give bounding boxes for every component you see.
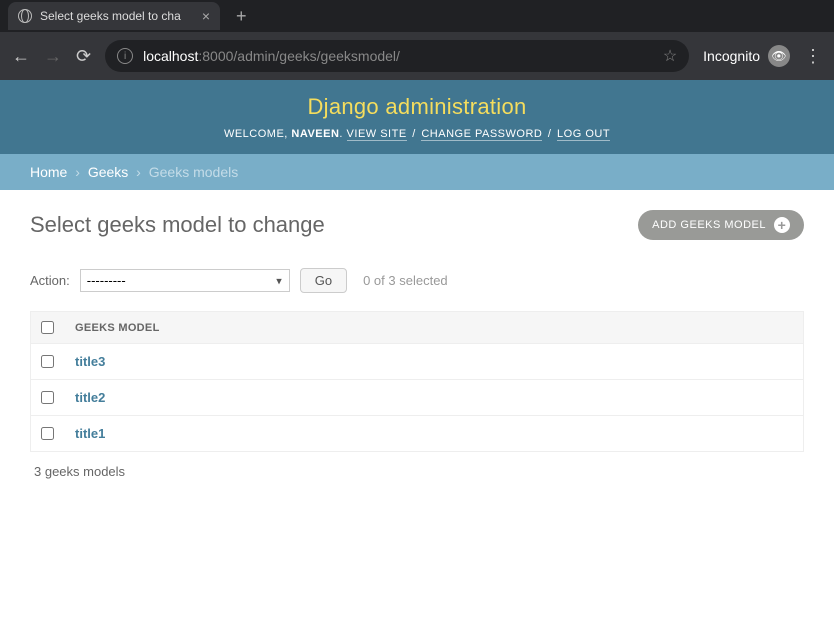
admin-header: Django administration WELCOME, NAVEEN. V… [0,80,834,154]
star-icon[interactable]: ☆ [663,46,677,66]
new-tab-button[interactable]: + [220,6,263,27]
url-text: localhost:8000/admin/geeks/geeksmodel/ [143,48,653,64]
results-table: GEEKS MODEL title3 title2 title1 [30,311,804,452]
breadcrumb: Home › Geeks › Geeks models [0,154,834,190]
table-row: title3 [31,344,803,380]
row-checkbox[interactable] [41,427,54,440]
action-label: Action: [30,273,70,288]
globe-icon [18,9,32,23]
info-icon[interactable]: i [117,48,133,64]
breadcrumb-home[interactable]: Home [30,164,67,180]
close-icon[interactable]: × [202,8,210,24]
content-header: Select geeks model to change ADD GEEKS M… [30,210,804,240]
page-title: Select geeks model to change [30,212,325,238]
column-header[interactable]: GEEKS MODEL [65,322,160,334]
row-link[interactable]: title1 [65,426,105,441]
row-checkbox[interactable] [41,355,54,368]
row-link[interactable]: title2 [65,390,105,405]
breadcrumb-app[interactable]: Geeks [88,164,128,180]
back-icon[interactable]: ← [12,46,30,67]
browser-tab[interactable]: Select geeks model to cha × [8,2,220,30]
table-row: title2 [31,380,803,416]
paginator: 3 geeks models [30,452,804,479]
select-all-checkbox[interactable] [41,321,54,334]
tab-bar: Select geeks model to cha × + [0,0,834,32]
tab-title: Select geeks model to cha [40,9,194,23]
forward-icon[interactable]: → [44,46,62,67]
menu-icon[interactable]: ⋮ [804,46,822,67]
actions-bar: Action: --------- Go 0 of 3 selected [30,268,804,293]
row-checkbox[interactable] [41,391,54,404]
welcome-text: WELCOME, [224,128,291,140]
selection-count: 0 of 3 selected [363,273,448,288]
paginator-summary: 3 geeks models [34,464,125,479]
nav-bar: ← → ⟳ i localhost:8000/admin/geeks/geeks… [0,32,834,80]
add-button[interactable]: ADD GEEKS MODEL + [638,210,804,240]
action-select[interactable]: --------- [80,269,290,292]
logout-link[interactable]: LOG OUT [557,128,610,141]
incognito-label: Incognito [703,48,760,64]
table-header: GEEKS MODEL [31,312,803,344]
content: Select geeks model to change ADD GEEKS M… [0,190,834,499]
view-site-link[interactable]: VIEW SITE [347,128,407,141]
user-tools: WELCOME, NAVEEN. VIEW SITE / CHANGE PASS… [0,120,834,144]
browser-chrome: Select geeks model to cha × + ← → ⟳ i lo… [0,0,834,80]
username: NAVEEN [291,128,339,140]
url-bar[interactable]: i localhost:8000/admin/geeks/geeksmodel/… [105,40,689,72]
incognito-indicator: Incognito 👁 [703,45,790,67]
go-button[interactable]: Go [300,268,347,293]
add-button-label: ADD GEEKS MODEL [652,219,766,231]
reload-icon[interactable]: ⟳ [76,46,91,67]
breadcrumb-current: Geeks models [149,164,238,180]
incognito-icon: 👁 [768,45,790,67]
site-title: Django administration [0,94,834,120]
row-link[interactable]: title3 [65,354,105,369]
change-password-link[interactable]: CHANGE PASSWORD [421,128,542,141]
table-row: title1 [31,416,803,451]
plus-icon: + [774,217,790,233]
